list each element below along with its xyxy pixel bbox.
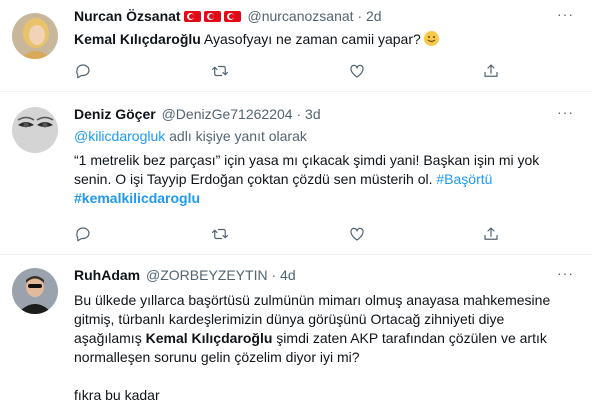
author-name[interactable]: Deniz Göçer bbox=[74, 106, 156, 122]
reply-icon[interactable] bbox=[74, 62, 94, 82]
turkey-flag-icon bbox=[183, 11, 201, 22]
reply-icon[interactable] bbox=[74, 225, 94, 245]
share-icon[interactable] bbox=[482, 62, 502, 82]
share-icon[interactable] bbox=[482, 225, 502, 245]
tweet-text: “1 metrelik bez parçası” için yasa mı çı… bbox=[74, 151, 574, 208]
tweet-line: gitmiş, türbanlı kardeşlerimizin dünya g… bbox=[74, 311, 505, 327]
tweet-line: senin. O işi Tayyip Erdoğan çoktan çözdü… bbox=[74, 171, 437, 187]
retweet-icon[interactable] bbox=[211, 225, 231, 245]
tweet-actions bbox=[74, 225, 504, 245]
author-handle[interactable]: @DenizGe71262204 bbox=[162, 106, 293, 122]
avatar[interactable] bbox=[12, 107, 58, 153]
tweet-body: Ayasofyayı ne zaman camii yapar? bbox=[200, 31, 421, 47]
smiling-face-icon bbox=[423, 31, 439, 46]
tweet-line: fıkra bu kadar bbox=[74, 387, 160, 403]
tweet-text: Bu ülkede yıllarca başörtüsü zulmünün mi… bbox=[74, 291, 574, 405]
hashtag[interactable]: #Başörtü bbox=[436, 171, 492, 187]
like-icon[interactable] bbox=[348, 225, 368, 245]
separator-dot: · bbox=[296, 106, 302, 122]
timestamp[interactable]: 3d bbox=[305, 106, 321, 122]
timestamp[interactable]: 2d bbox=[366, 8, 382, 24]
avatar[interactable] bbox=[12, 13, 58, 59]
tweet-3[interactable]: RuhAdam @ZORBEYZEYTIN · 4d ··· Bu ülkede… bbox=[0, 255, 592, 414]
separator-dot: · bbox=[357, 8, 363, 24]
tweet-text: Kemal Kılıçdaroğlu Ayasofyayı ne zaman c… bbox=[74, 30, 574, 49]
tweet-line: Bu ülkede yıllarca başörtüsü zulmünün mi… bbox=[74, 292, 551, 308]
tweet-line: “1 metrelik bez parçası” için yasa mı çı… bbox=[74, 152, 540, 168]
reply-context-text: adlı kişiye yanıt olarak bbox=[165, 128, 307, 144]
author-handle[interactable]: @nurcanozsanat bbox=[247, 8, 353, 24]
reply-to-handle[interactable]: @kilicdarogluk bbox=[74, 128, 165, 144]
mention-name[interactable]: Kemal Kılıçdaroğlu bbox=[74, 31, 201, 47]
more-options-icon[interactable]: ··· bbox=[557, 265, 574, 281]
tweet-actions bbox=[74, 62, 504, 82]
author-handle[interactable]: @ZORBEYZEYTIN bbox=[146, 267, 268, 283]
turkey-flag-icon bbox=[203, 11, 221, 22]
author-name[interactable]: RuhAdam bbox=[74, 267, 140, 283]
tweet-line: şimdi zaten AKP tarafından çözülen ve ar… bbox=[272, 330, 547, 346]
reply-context: @kilicdarogluk adlı kişiye yanıt olarak bbox=[74, 127, 574, 146]
hashtag[interactable]: #kemalkilicdaroglu bbox=[74, 190, 200, 206]
timestamp[interactable]: 4d bbox=[280, 267, 296, 283]
tweet-line: normalleşen sorunu gelin çözelim diyor i… bbox=[74, 349, 360, 365]
like-icon[interactable] bbox=[348, 62, 368, 82]
separator-dot: · bbox=[271, 267, 277, 283]
mention-name[interactable]: Kemal Kılıçdaroğlu bbox=[146, 330, 273, 346]
avatar[interactable] bbox=[12, 268, 58, 314]
tweet-1[interactable]: Nurcan Özsanat @nurcanozsanat · 2d ··· K… bbox=[0, 0, 592, 92]
more-options-icon[interactable]: ··· bbox=[557, 6, 574, 22]
author-name[interactable]: Nurcan Özsanat bbox=[74, 8, 181, 24]
tweet-2[interactable]: Deniz Göçer @DenizGe71262204 · 3d ··· @k… bbox=[0, 92, 592, 255]
more-options-icon[interactable]: ··· bbox=[557, 104, 574, 120]
turkey-flag-icon bbox=[223, 11, 241, 22]
tweet-line: aşağılamış bbox=[74, 330, 146, 346]
retweet-icon[interactable] bbox=[211, 62, 231, 82]
